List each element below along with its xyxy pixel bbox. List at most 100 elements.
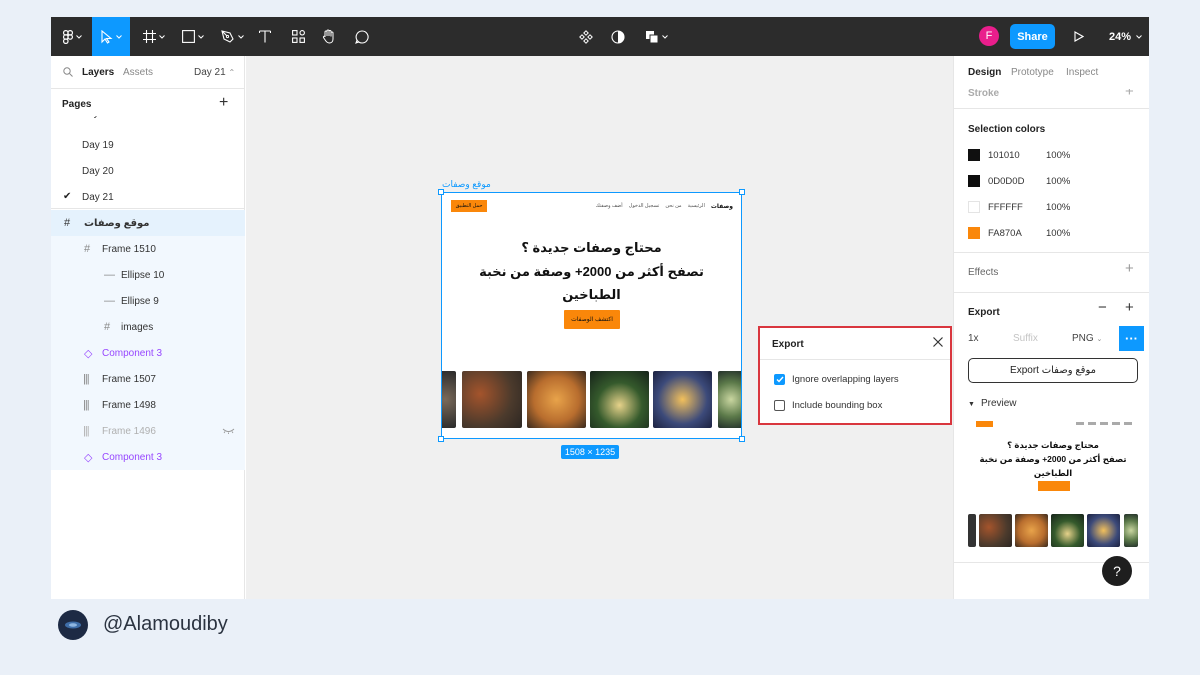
food-image [590, 371, 649, 428]
checkbox-unchecked[interactable] [774, 399, 785, 411]
selection-color-row[interactable]: FA870A 100% [968, 226, 1138, 240]
canvas[interactable]: موقع وصفات حمل التطبيق وصفات الرئيسية من… [246, 56, 953, 599]
add-stroke-icon[interactable]: + [1125, 89, 1134, 100]
main-menu-button[interactable] [57, 17, 87, 56]
page-item-clipped[interactable]: Day 18 [81, 116, 141, 121]
include-bounding-box-option[interactable]: Include bounding box [774, 398, 882, 412]
layer-component-3[interactable]: ◇ Component 3 [51, 340, 245, 366]
component-button[interactable] [575, 17, 597, 56]
layer-ellipse-9[interactable]: — Ellipse 9 [51, 288, 245, 314]
selection-color-row[interactable]: 0D0D0D 100% [968, 174, 1138, 188]
selection-color-row[interactable]: 101010 100% [968, 148, 1138, 162]
add-page-icon[interactable]: + [219, 94, 228, 112]
comment-tool-button[interactable] [351, 17, 373, 56]
zoom-dropdown[interactable]: 24% [1109, 17, 1142, 56]
page-item-label: Day 21 [82, 192, 114, 203]
move-tool-button[interactable] [92, 17, 130, 56]
layer-frame-1507[interactable]: ||| Frame 1507 [51, 366, 245, 392]
ignore-overlapping-option[interactable]: Ignore overlapping layers [774, 372, 899, 386]
avatar-mark-icon [65, 621, 81, 629]
eye-hidden-icon[interactable] [222, 428, 235, 434]
hand-icon [322, 29, 334, 44]
layer-frame-1498[interactable]: ||| Frame 1498 [51, 392, 245, 418]
tab-layers[interactable]: Layers [82, 67, 114, 78]
frame-name-label[interactable]: موقع وصفات [442, 179, 491, 190]
chevron-down-icon [237, 34, 244, 39]
hand-tool-button[interactable] [318, 17, 340, 56]
divider [954, 108, 1149, 109]
color-swatch[interactable] [968, 149, 980, 161]
export-suffix-input[interactable]: Suffix [1013, 333, 1038, 344]
mask-button[interactable] [607, 17, 629, 56]
user-avatar[interactable]: F [979, 26, 999, 46]
check-icon [776, 376, 784, 383]
tab-prototype[interactable]: Prototype [1011, 67, 1054, 78]
layer-component-3-b[interactable]: ◇ Component 3 [51, 444, 245, 470]
add-effect-icon[interactable]: + [1125, 260, 1134, 277]
divider [954, 292, 1149, 293]
resources-tool-button[interactable] [287, 17, 309, 56]
page-selector[interactable]: Day 21 ⌃ [194, 67, 235, 78]
help-button[interactable]: ? [1102, 556, 1132, 586]
frame-download-app-button: حمل التطبيق [451, 200, 487, 212]
tab-assets[interactable]: Assets [123, 67, 153, 78]
color-swatch[interactable] [968, 201, 980, 213]
export-options-button[interactable]: ··· [1119, 326, 1144, 351]
layer-frame-selected[interactable]: # موقع وصفات [51, 210, 245, 236]
chevron-down-icon [661, 34, 668, 39]
frame-icon [143, 30, 156, 43]
color-opacity: 100% [1046, 228, 1071, 239]
divider [760, 359, 950, 360]
tab-inspect[interactable]: Inspect [1066, 67, 1098, 78]
layer-images[interactable]: # images [51, 314, 245, 340]
chevron-down-icon [75, 34, 82, 39]
checkbox-checked[interactable] [774, 373, 785, 385]
tab-design[interactable]: Design [968, 67, 1001, 78]
selection-color-row[interactable]: FFFFFF 100% [968, 200, 1138, 214]
pages-header: Pages + [51, 90, 245, 116]
layer-label: Ellipse 10 [121, 270, 165, 281]
page-item-day-21[interactable]: ✔ Day 21 [51, 184, 245, 210]
export-format-select[interactable]: PNG ⌄ [1072, 333, 1102, 344]
add-export-icon[interactable]: + [1125, 299, 1134, 316]
pen-tool-button[interactable] [216, 17, 248, 56]
frame-icon: # [84, 243, 91, 255]
resize-handle[interactable] [438, 436, 444, 442]
color-opacity: 100% [1046, 202, 1071, 213]
line-icon: — [104, 269, 115, 281]
preview-button-shape [976, 421, 993, 427]
text-tool-button[interactable] [253, 17, 277, 56]
layer-frame-1496[interactable]: ||| Frame 1496 [51, 418, 245, 444]
export-scale-select[interactable]: 1x [968, 333, 979, 344]
preview-toggle[interactable]: ▼ Preview [968, 398, 1017, 409]
toolbar: F Share 24% [51, 17, 1149, 56]
search-icon[interactable] [63, 67, 73, 77]
export-button[interactable]: Export موقع وصفات [968, 358, 1138, 383]
shape-tool-button[interactable] [177, 17, 209, 56]
frame-discover-button: اكتشف الوصفات [564, 310, 620, 329]
color-opacity: 100% [1046, 150, 1071, 161]
auto-layout-icon: ||| [83, 373, 90, 385]
auto-layout-icon: ||| [83, 399, 90, 411]
frame-tool-button[interactable] [138, 17, 170, 56]
layer-ellipse-10[interactable]: — Ellipse 10 [51, 262, 245, 288]
resize-handle[interactable] [739, 436, 745, 442]
color-swatch[interactable] [968, 175, 980, 187]
close-icon[interactable] [932, 336, 944, 348]
preview-cta-shape [1038, 481, 1070, 491]
color-swatch[interactable] [968, 227, 980, 239]
resize-handle[interactable] [739, 189, 745, 195]
layer-label: Frame 1510 [102, 244, 156, 255]
selected-frame[interactable]: حمل التطبيق وصفات الرئيسية من نحن تسجيل … [441, 192, 742, 439]
layer-frame-1510[interactable]: # Frame 1510 [51, 236, 245, 262]
page-item-day-20[interactable]: Day 20 [51, 158, 245, 184]
check-icon: ✔ [63, 191, 72, 202]
page-item-day-19[interactable]: Day 19 [51, 132, 245, 158]
boolean-ops-button[interactable] [641, 17, 671, 56]
present-button[interactable] [1071, 17, 1087, 56]
resize-handle[interactable] [438, 189, 444, 195]
current-page-label: Day 21 [194, 67, 226, 78]
food-image [718, 371, 741, 428]
share-button[interactable]: Share [1010, 24, 1055, 49]
remove-export-icon[interactable]: − [1098, 299, 1107, 316]
